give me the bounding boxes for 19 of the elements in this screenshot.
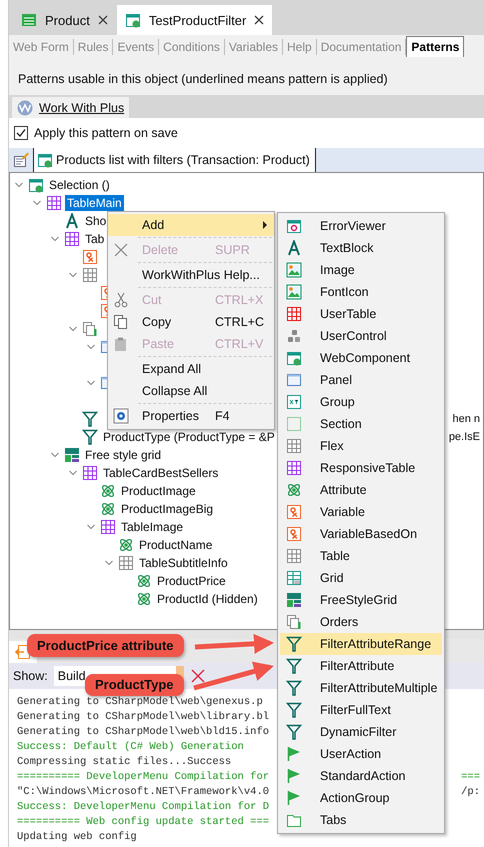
checkbox-label: Apply this pattern on save (34, 126, 178, 140)
output-line: Generating to CSharpModel\web\genexus.p (17, 695, 263, 710)
tree-node-text: pe.IsE (448, 431, 480, 443)
output-line: "C:\Windows\Microsoft.NET\Framework\v4.0 (17, 785, 270, 800)
output-line: Success: DeveloperMenu Compilation for D (17, 800, 270, 815)
callout-tooltip: ProductType (85, 674, 184, 696)
patterns-note: Patterns usable in this object (underlined means pattern is applied) (18, 72, 388, 86)
callout-tooltip: ProductPrice attribute (27, 634, 184, 657)
tree-node-text: hen n (452, 413, 480, 425)
output-line: ========== DeveloperMenu Compilation for (17, 770, 270, 785)
output-line: Updating web config (17, 830, 137, 845)
output-line: ========== Web config update started === (17, 815, 270, 830)
show-label: Show: (13, 669, 48, 683)
output-line: Generating to CSharpModel\web\library.bl (17, 710, 270, 725)
output-line: Compressing static files...Success (17, 755, 232, 770)
output-line: === (461, 770, 481, 785)
output-line: /p: (461, 785, 481, 800)
output-line: Generating to CSharpModel\web\bld15.info (17, 725, 270, 740)
output-line: Success: Default (C# Web) Generation (17, 740, 244, 755)
